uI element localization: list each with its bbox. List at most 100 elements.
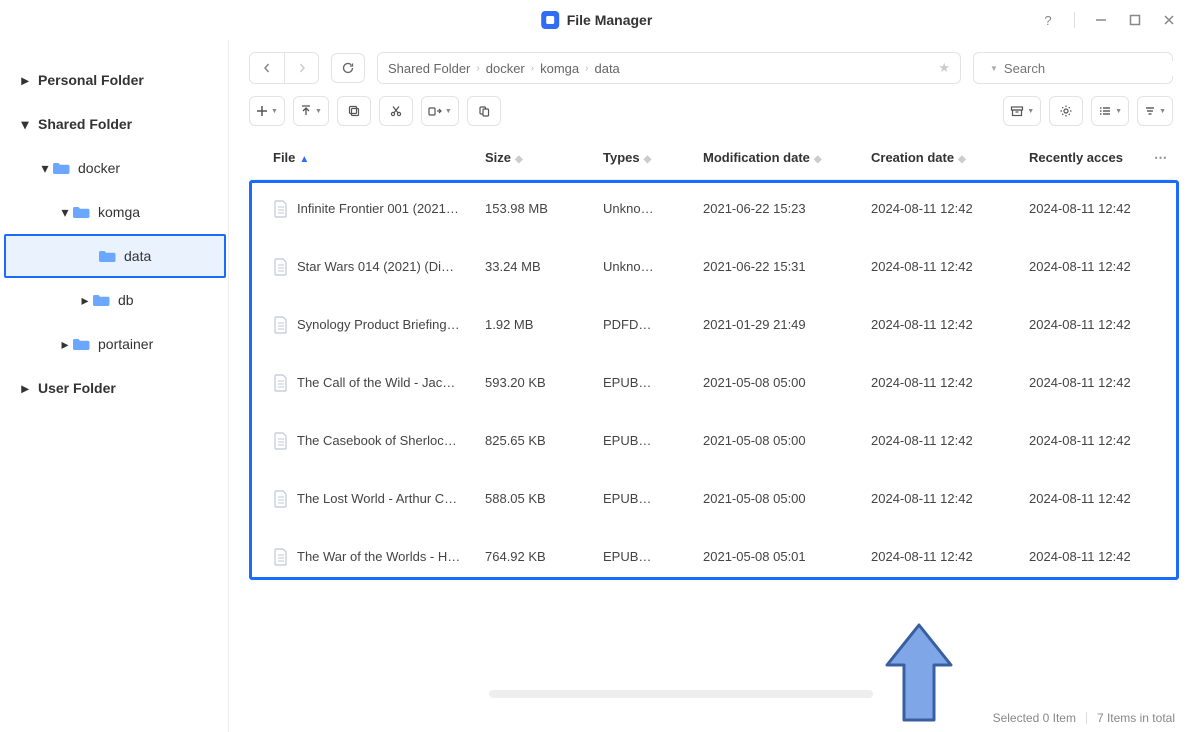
back-button[interactable] (250, 53, 284, 83)
cell-creation: 2024-08-11 12:42 (863, 549, 1021, 564)
sidebar: ▸Personal Folder▾Shared Folder▾docker▾ko… (0, 40, 229, 732)
view-button[interactable]: ▼ (1091, 96, 1129, 126)
cut-button[interactable] (379, 96, 413, 126)
search-box[interactable]: ▼ (973, 52, 1173, 84)
window-controls: ? (1040, 12, 1177, 28)
cell-creation: 2024-08-11 12:42 (863, 259, 1021, 274)
file-name: Infinite Frontier 001 (2021… (297, 201, 459, 216)
chevron-right-icon: › (585, 63, 588, 74)
sidebar-item-label: docker (78, 160, 120, 176)
cell-creation: 2024-08-11 12:42 (863, 433, 1021, 448)
status-total: 7 Items in total (1097, 711, 1175, 725)
close-button[interactable] (1161, 12, 1177, 28)
archive-button[interactable]: ▼ (1003, 96, 1041, 126)
table-row[interactable]: Synology Product Briefing…1.92 MBPDFD…20… (249, 296, 1173, 354)
chevron-right-icon: › (476, 63, 479, 74)
sort-button[interactable]: ▼ (1137, 96, 1173, 126)
table-row[interactable]: The Casebook of Sherloc…825.65 KBEPUB…20… (249, 412, 1173, 470)
chevron-right-icon[interactable]: ▸ (18, 72, 32, 89)
folder-icon (72, 205, 90, 219)
sidebar-item-label: portainer (98, 336, 153, 352)
sidebar-item-label: User Folder (38, 380, 116, 396)
settings-button[interactable] (1049, 96, 1083, 126)
status-bar: Selected 0 Item 7 Items in total (975, 704, 1193, 732)
chevron-right-icon[interactable]: ▸ (78, 292, 92, 309)
sidebar-item-user-folder[interactable]: ▸ User Folder (0, 366, 228, 410)
table-row[interactable]: The Lost World - Arthur C…588.05 KBEPUB…… (249, 470, 1173, 528)
column-header-creation[interactable]: Creation date◆ (863, 150, 1021, 165)
column-header-types[interactable]: Types◆ (595, 150, 695, 165)
copy-button[interactable] (337, 96, 371, 126)
cell-file: The War of the Worlds - H… (249, 548, 477, 566)
divider (1074, 12, 1075, 28)
column-header-size[interactable]: Size◆ (477, 150, 595, 165)
cell-modification: 2021-05-08 05:00 (695, 375, 863, 390)
search-input[interactable] (1004, 61, 1180, 76)
cell-types: Unkno… (595, 201, 695, 216)
column-header-modification[interactable]: Modification date◆ (695, 150, 863, 165)
content-area: Shared Folder›docker›komga›data★ ▼ ▼ ▼ ▼… (229, 40, 1193, 732)
app-title: File Manager (567, 12, 653, 28)
chevron-right-icon[interactable]: ▸ (18, 380, 32, 397)
column-header-file[interactable]: File▲ (249, 150, 477, 165)
sidebar-item-label: db (118, 292, 134, 308)
sidebar-item-docker[interactable]: ▾ docker (0, 146, 228, 190)
column-header-accessed[interactable]: Recently acces (1021, 150, 1149, 165)
divider (1086, 712, 1087, 724)
refresh-button[interactable] (331, 53, 365, 83)
sidebar-item-label: data (124, 248, 151, 264)
table-row[interactable]: The War of the Worlds - H…764.92 KBEPUB…… (249, 528, 1173, 586)
sidebar-item-db[interactable]: ▸ db (0, 278, 228, 322)
file-name: The Call of the Wild - Jac… (297, 375, 455, 390)
annotation-arrow-icon (879, 620, 959, 730)
horizontal-scrollbar[interactable] (489, 690, 873, 698)
file-name: The Casebook of Sherloc… (297, 433, 457, 448)
cell-accessed: 2024-08-11 12:42 (1021, 549, 1149, 564)
sort-icon: ◆ (515, 154, 523, 165)
breadcrumb: Shared Folder›docker›komga›data★ (377, 52, 961, 84)
chevron-down-icon[interactable]: ▾ (18, 116, 32, 133)
search-scope-caret-icon[interactable]: ▼ (990, 64, 998, 73)
sort-asc-icon: ▲ (299, 154, 309, 165)
cell-types: PDFD… (595, 317, 695, 332)
toolbar-nav-row: Shared Folder›docker›komga›data★ ▼ (229, 40, 1193, 92)
cell-size: 588.05 KB (477, 491, 595, 506)
sidebar-item-data[interactable]: data (4, 234, 226, 278)
chevron-right-icon[interactable]: ▸ (58, 336, 72, 353)
forward-button[interactable] (284, 53, 318, 83)
help-button[interactable]: ? (1040, 12, 1056, 28)
sidebar-item-label: komga (98, 204, 140, 220)
breadcrumb-item[interactable]: Shared Folder (388, 61, 470, 76)
sidebar-item-komga[interactable]: ▾ komga (0, 190, 228, 234)
sidebar-item-shared-folder[interactable]: ▾Shared Folder (0, 102, 228, 146)
cell-creation: 2024-08-11 12:42 (863, 317, 1021, 332)
cell-size: 1.92 MB (477, 317, 595, 332)
sidebar-item-portainer[interactable]: ▸ portainer (0, 322, 228, 366)
maximize-button[interactable] (1127, 12, 1143, 28)
cell-modification: 2021-06-22 15:31 (695, 259, 863, 274)
cell-creation: 2024-08-11 12:42 (863, 491, 1021, 506)
cell-types: EPUB… (595, 549, 695, 564)
sort-icon: ◆ (958, 154, 966, 165)
favorite-star-button[interactable]: ★ (938, 60, 950, 76)
chevron-down-icon[interactable]: ▾ (38, 160, 52, 177)
cell-size: 33.24 MB (477, 259, 595, 274)
upload-button[interactable]: ▼ (293, 96, 329, 126)
sidebar-item-personal-folder[interactable]: ▸Personal Folder (0, 58, 228, 102)
table-row[interactable]: The Call of the Wild - Jac…593.20 KBEPUB… (249, 354, 1173, 412)
add-button[interactable]: ▼ (249, 96, 285, 126)
cell-types: EPUB… (595, 491, 695, 506)
minimize-button[interactable] (1093, 12, 1109, 28)
table-body: Infinite Frontier 001 (2021…153.98 MBUnk… (249, 180, 1173, 586)
breadcrumb-item[interactable]: docker (486, 61, 525, 76)
cell-accessed: 2024-08-11 12:42 (1021, 433, 1149, 448)
breadcrumb-item[interactable]: komga (540, 61, 579, 76)
table-row[interactable]: Infinite Frontier 001 (2021…153.98 MBUnk… (249, 180, 1173, 238)
paste-button[interactable] (467, 96, 501, 126)
table-row[interactable]: Star Wars 014 (2021) (Di…33.24 MBUnkno…2… (249, 238, 1173, 296)
column-more-button[interactable]: ⋯ (1149, 150, 1173, 166)
chevron-down-icon[interactable]: ▾ (58, 204, 72, 221)
folder-icon (72, 337, 90, 351)
breadcrumb-item[interactable]: data (594, 61, 619, 76)
move-button[interactable]: ▼ (421, 96, 459, 126)
